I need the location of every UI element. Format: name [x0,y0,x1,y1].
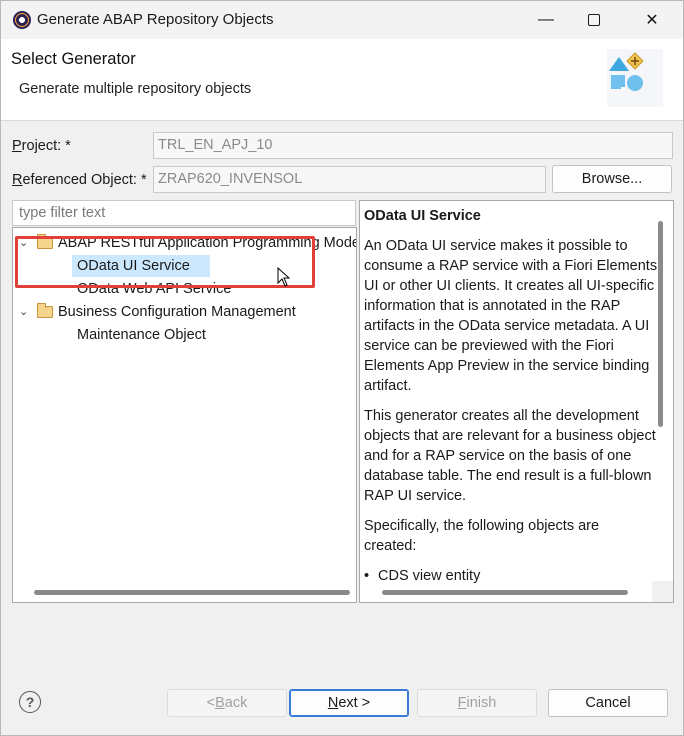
tree-group-bc-management[interactable]: Business Configuration Management [58,301,296,323]
next-button[interactable]: Next > [289,689,409,717]
description-title: OData UI Service [364,208,481,224]
cancel-button[interactable]: Cancel [548,689,668,717]
help-icon: ? [25,694,35,710]
highlight-annotation [15,236,315,288]
description-bullet: CDS view entity [364,566,654,586]
browse-button[interactable]: Browse... [552,165,672,193]
description-paragraph-3: Specifically, the following objects are … [364,518,600,554]
description-paragraph-1: An OData UI service makes it possible to… [364,238,658,394]
referenced-object-label: Referenced Object: * [12,172,147,188]
scrollbar-corner [652,581,673,602]
description-horizontal-scrollbar[interactable] [382,590,628,595]
maximize-button[interactable] [571,1,617,39]
description-vertical-scrollbar[interactable] [658,221,663,427]
generator-wizard-icon [607,49,663,107]
referenced-object-field[interactable]: ZRAP620_INVENSOL [153,166,546,193]
tree-item-maintenance-object[interactable]: Maintenance Object [77,324,206,346]
generator-tree[interactable]: ⌄ ABAP RESTful Application Programming M… [12,227,357,603]
folder-icon [37,303,53,318]
minimize-button[interactable]: — [523,1,569,39]
page-title: Select Generator [11,50,136,68]
project-label: Project: * [12,138,71,154]
page-subtitle: Generate multiple repository objects [19,81,252,97]
tree-horizontal-scrollbar[interactable] [34,590,350,595]
mouse-cursor-icon [277,267,291,287]
maximize-icon [588,14,600,26]
wizard-banner: Select Generator Generate multiple repos… [1,39,683,121]
window-title: Generate ABAP Repository Objects [37,11,274,28]
description-panel: OData UI Service An OData UI service mak… [359,200,674,603]
finish-button[interactable]: Finish [417,689,537,717]
minimize-icon: — [538,11,554,28]
project-field[interactable]: TRL_EN_APJ_10 [153,132,673,159]
title-bar: Generate ABAP Repository Objects — ✕ [1,1,683,39]
close-button[interactable]: ✕ [629,1,675,39]
close-icon: ✕ [645,12,659,29]
dialog-window: Generate ABAP Repository Objects — ✕ Sel… [0,0,684,736]
description-paragraph-2: This generator creates all the developme… [364,408,656,504]
back-button[interactable]: < Back [167,689,287,717]
filter-input[interactable]: type filter text [12,200,356,226]
help-button[interactable]: ? [19,691,41,713]
eclipse-icon [13,11,31,29]
chevron-down-icon[interactable]: ⌄ [19,301,31,323]
